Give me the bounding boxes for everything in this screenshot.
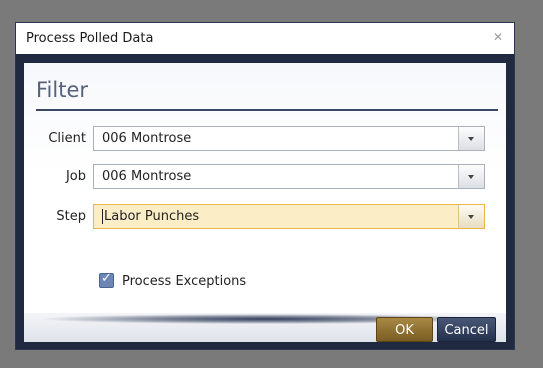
close-icon[interactable]: ✕ bbox=[493, 30, 503, 44]
step-label: Step bbox=[56, 209, 86, 224]
step-value: Labor Punches bbox=[104, 209, 200, 224]
process-polled-data-dialog: Process Polled Data ✕ Filter Client 006 … bbox=[15, 22, 515, 350]
dialog-title: Process Polled Data bbox=[26, 31, 154, 46]
step-select[interactable]: Labor Punches bbox=[93, 204, 485, 229]
filter-panel: Filter Client 006 Montrose Job 006 Montr… bbox=[24, 63, 506, 342]
text-caret bbox=[102, 209, 103, 224]
chevron-down-icon bbox=[468, 215, 474, 219]
job-label: Job bbox=[65, 169, 86, 184]
client-select[interactable]: 006 Montrose bbox=[93, 126, 485, 151]
chevron-down-icon bbox=[468, 137, 474, 141]
job-dropdown-button[interactable] bbox=[458, 165, 484, 188]
client-label: Client bbox=[48, 131, 86, 146]
client-dropdown-button[interactable] bbox=[458, 127, 484, 150]
process-exceptions-checkbox[interactable]: ✓ bbox=[99, 271, 114, 288]
filter-heading: Filter bbox=[36, 78, 89, 102]
dialog-titlebar: Process Polled Data ✕ bbox=[16, 23, 514, 54]
job-select[interactable]: 006 Montrose bbox=[93, 164, 485, 189]
client-value: 006 Montrose bbox=[102, 131, 192, 146]
cancel-button[interactable]: Cancel bbox=[437, 317, 496, 342]
chevron-down-icon bbox=[468, 175, 474, 179]
checkmark-icon: ✓ bbox=[101, 271, 112, 286]
filter-divider bbox=[36, 109, 498, 111]
process-exceptions-label[interactable]: Process Exceptions bbox=[122, 274, 246, 289]
step-dropdown-button[interactable] bbox=[458, 205, 484, 228]
ok-button[interactable]: OK bbox=[376, 317, 433, 342]
job-value: 006 Montrose bbox=[102, 169, 192, 184]
